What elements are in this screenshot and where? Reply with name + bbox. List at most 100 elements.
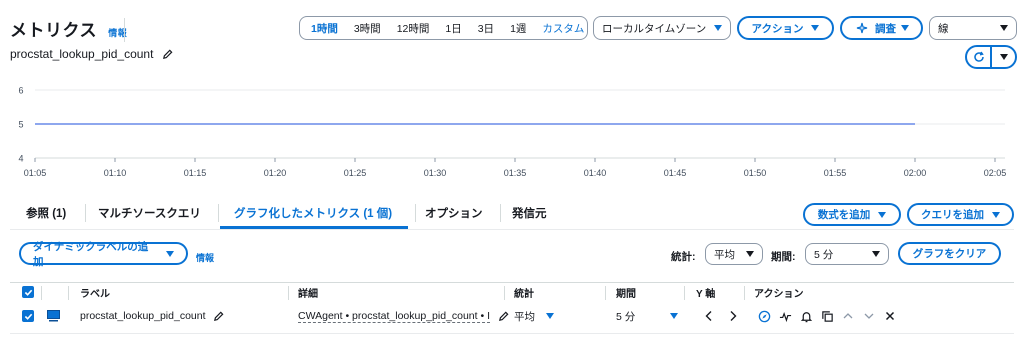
y-tick-label: 5	[18, 120, 23, 130]
metrics-page: メトリクス 情報 procstat_lookup_pid_count 1時間 3…	[0, 0, 1024, 356]
row-period-value: 5 分	[616, 310, 636, 323]
caret-down-icon	[811, 25, 820, 31]
row-label-text: procstat_lookup_pid_count	[80, 310, 206, 322]
range-12h[interactable]: 12時間	[390, 21, 437, 36]
column-separator	[684, 286, 685, 300]
tab-source[interactable]: 発信元	[512, 196, 547, 230]
row-label-cell: procstat_lookup_pid_count	[80, 308, 227, 324]
x-tick-label: 02:05	[984, 168, 1007, 178]
x-tick-label: 01:35	[504, 168, 527, 178]
refresh-icon	[973, 51, 984, 62]
column-separator	[68, 286, 69, 300]
tab-graphed-metrics[interactable]: グラフ化したメトリクス (1 個)	[234, 196, 392, 230]
chevron-right-icon[interactable]	[725, 308, 741, 324]
check-icon	[24, 289, 32, 296]
column-separator	[41, 286, 42, 300]
column-separator	[744, 286, 745, 300]
add-math-button[interactable]: 数式を追加	[803, 203, 901, 226]
add-math-button-label: 数式を追加	[817, 209, 871, 221]
row-period-select[interactable]: 5 分	[616, 308, 678, 324]
tab-multi-source-query-label: マルチソースクエリ	[98, 208, 201, 220]
caret-down-icon	[901, 25, 909, 31]
page-title: メトリクス 情報	[10, 16, 127, 41]
bell-icon[interactable]	[798, 308, 814, 324]
investigate-button-label: 調査	[875, 22, 896, 35]
timezone-select[interactable]: ローカルタイムゾーン	[593, 16, 731, 40]
anomaly-detection-icon[interactable]	[777, 308, 793, 324]
col-header-stat: 統計	[514, 288, 534, 300]
col-header-y-axis: Y 軸	[696, 288, 716, 300]
chevron-left-icon[interactable]	[701, 308, 717, 324]
close-icon[interactable]	[882, 308, 898, 324]
tab-source-label: 発信元	[512, 208, 547, 220]
add-query-button[interactable]: クエリを追加	[907, 203, 1014, 226]
row-y-axis-toggle	[701, 308, 741, 324]
caret-down-icon	[546, 313, 554, 319]
copy-icon[interactable]	[819, 308, 835, 324]
tab-browse[interactable]: 参照 (1)	[26, 196, 66, 230]
dynamic-label-info-link[interactable]: 情報	[196, 251, 214, 264]
chart-type-select[interactable]: 線	[929, 16, 1017, 40]
column-separator	[605, 286, 606, 300]
tab-options[interactable]: オプション	[425, 196, 483, 230]
graph-title-text: procstat_lookup_pid_count	[10, 47, 154, 61]
x-tick-label: 01:05	[24, 168, 47, 178]
row-checkbox[interactable]	[22, 310, 34, 322]
stat-select[interactable]: 平均	[705, 243, 763, 265]
range-custom[interactable]: カスタム	[535, 21, 591, 36]
actions-button[interactable]: アクション	[737, 16, 834, 40]
dynamic-label-button-label: ダイナミックラベルの追加	[33, 240, 149, 268]
table-row-divider	[10, 333, 1014, 334]
tab-separator	[85, 204, 86, 222]
row-details-cell: CWAgent • procstat_lookup_pid_count • I	[298, 308, 511, 324]
stat-select-value: 平均	[714, 248, 735, 261]
add-query-button-label: クエリを追加	[921, 209, 984, 221]
tabs-divider	[10, 229, 1014, 230]
caret-down-icon	[878, 211, 887, 218]
range-3d[interactable]: 3日	[471, 21, 501, 36]
caret-down-icon	[746, 251, 754, 257]
dynamic-label-button[interactable]: ダイナミックラベルの追加	[19, 241, 188, 268]
tab-browse-label: 参照 (1)	[26, 208, 67, 220]
x-tick-label: 01:15	[184, 168, 207, 178]
edit-pencil-icon[interactable]	[211, 308, 227, 324]
clear-graph-button-label: グラフをクリア	[912, 248, 987, 260]
compass-icon[interactable]	[756, 308, 772, 324]
timezone-select-value: ローカルタイムゾーン	[602, 22, 707, 35]
range-1d[interactable]: 1日	[438, 21, 468, 36]
check-icon	[24, 313, 32, 320]
select-all-checkbox[interactable]	[22, 286, 34, 298]
caret-down-icon	[1000, 25, 1008, 31]
x-tick-label: 01:55	[824, 168, 847, 178]
series-color-swatch[interactable]	[47, 310, 60, 322]
sparkle-icon	[854, 20, 870, 36]
range-1w[interactable]: 1週	[503, 21, 533, 36]
page-title-text: メトリクス	[10, 21, 97, 40]
refresh-button[interactable]	[967, 47, 990, 67]
column-separator	[504, 286, 505, 300]
chevron-up-icon[interactable]	[840, 308, 856, 324]
range-1h[interactable]: 1時間	[304, 21, 345, 36]
col-header-actions: アクション	[754, 288, 804, 300]
edit-pencil-icon[interactable]	[495, 308, 511, 324]
refresh-split-button	[965, 45, 1017, 69]
chevron-down-icon[interactable]	[861, 308, 877, 324]
y-tick-label: 6	[18, 86, 23, 96]
refresh-options-button[interactable]	[990, 47, 1015, 67]
column-separator	[288, 286, 289, 300]
investigate-button[interactable]: 調査	[840, 16, 923, 40]
actions-button-label: アクション	[751, 22, 804, 35]
range-3h[interactable]: 3時間	[347, 21, 388, 36]
period-select[interactable]: 5 分	[805, 243, 889, 265]
col-header-label: ラベル	[80, 288, 110, 300]
caret-down-icon	[992, 211, 1000, 218]
x-tick-label: 01:30	[424, 168, 447, 178]
row-stat-select[interactable]: 平均	[514, 308, 554, 324]
stat-label: 統計:	[671, 251, 696, 263]
period-select-value: 5 分	[814, 248, 834, 261]
edit-pencil-icon[interactable]	[159, 46, 175, 62]
x-tick-label: 01:10	[104, 168, 127, 178]
tab-multi-source-query[interactable]: マルチソースクエリ	[98, 196, 201, 230]
clear-graph-button[interactable]: グラフをクリア	[898, 242, 1001, 265]
period-label: 期間:	[771, 251, 796, 263]
